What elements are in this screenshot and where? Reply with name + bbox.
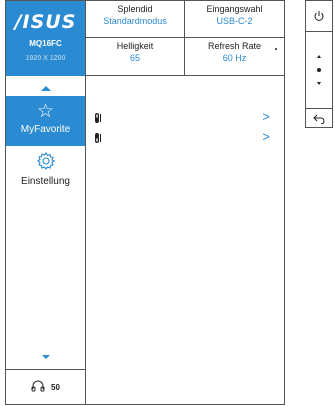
navigation-button[interactable] xyxy=(306,32,332,108)
info-title: Splendid xyxy=(117,4,153,14)
power-button[interactable] xyxy=(306,1,332,32)
info-refresh-rate: Refresh Rate 60 Hz xyxy=(185,38,284,75)
left-menu-column: /ISUS MQ16FC 1920 X 1200 ☆ MyFavorite Ei… xyxy=(6,1,86,404)
info-input: Eingangswahl USB-C-2 xyxy=(185,1,284,38)
menu-item-label: Einstellung xyxy=(21,176,70,187)
info-title: Refresh Rate xyxy=(207,41,262,51)
back-arrow-icon xyxy=(313,114,325,124)
menu-item-einstellung[interactable]: Einstellung xyxy=(6,149,85,197)
osd-panel: /ISUS MQ16FC 1920 X 1200 ☆ MyFavorite Ei… xyxy=(5,0,285,405)
resolution-label: 1920 X 1200 xyxy=(25,55,66,62)
side-button-panel xyxy=(305,0,333,128)
back-button[interactable] xyxy=(306,108,332,128)
menu-item-myfavorite[interactable]: ☆ MyFavorite xyxy=(6,96,85,146)
triangle-down-icon xyxy=(41,355,50,359)
gear-icon xyxy=(6,151,85,173)
info-brightness: Helligkeit 65 xyxy=(86,38,185,75)
model-name: MQ16FC xyxy=(29,39,62,48)
favorite-shortcut-1[interactable]: > xyxy=(94,109,270,125)
shortcut-1-icon xyxy=(94,111,102,129)
scroll-down-button[interactable] xyxy=(6,353,85,361)
chevron-right-icon: > xyxy=(262,109,270,124)
volume-value: 50 xyxy=(51,383,60,392)
info-grid: Splendid Standardmodus Eingangswahl USB-… xyxy=(86,1,284,76)
info-value: Standardmodus xyxy=(103,16,167,26)
star-icon: ☆ xyxy=(36,101,55,122)
info-title: Eingangswahl xyxy=(206,4,263,14)
dot-indicator xyxy=(275,48,277,50)
power-icon xyxy=(314,11,324,21)
nav-dpad-icon xyxy=(317,55,321,85)
shortcut-2-icon xyxy=(94,131,102,149)
headphones-icon xyxy=(31,379,45,397)
info-value: 60 Hz xyxy=(222,53,247,63)
brand-header: /ISUS MQ16FC 1920 X 1200 xyxy=(6,1,85,76)
scroll-up-button[interactable] xyxy=(6,83,85,93)
chevron-right-icon: > xyxy=(262,129,270,144)
status-bar: 50 xyxy=(6,369,85,405)
info-value: 65 xyxy=(129,53,140,63)
info-value: USB-C-2 xyxy=(216,16,253,26)
menu-item-label: MyFavorite xyxy=(20,124,71,135)
info-title: Helligkeit xyxy=(116,41,154,51)
asus-logo: /ISUS xyxy=(14,11,77,33)
favorite-shortcut-2[interactable]: > xyxy=(94,129,270,145)
triangle-up-icon xyxy=(40,85,51,91)
info-splendid: Splendid Standardmodus xyxy=(86,1,185,38)
